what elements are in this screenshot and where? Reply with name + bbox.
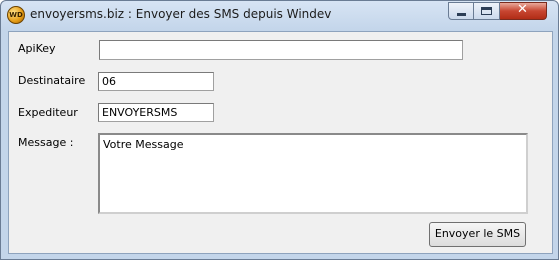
message-textarea[interactable]: Votre Message (98, 133, 528, 214)
apikey-label: ApiKey (18, 42, 56, 55)
message-label: Message : (18, 136, 74, 149)
expediteur-label: Expediteur (18, 106, 78, 119)
title-bar[interactable]: WD envoyersms.biz : Envoyer des SMS depu… (1, 1, 558, 31)
destinataire-input[interactable]: 06 (98, 72, 214, 91)
form-panel: ApiKey Destinataire 06 Expediteur ENVOYE… (8, 31, 553, 254)
maximize-button[interactable] (474, 2, 500, 20)
minimize-button[interactable] (448, 2, 474, 20)
windev-app-icon[interactable]: WD (7, 6, 25, 24)
expediteur-input[interactable]: ENVOYERSMS (98, 103, 214, 122)
close-button[interactable]: ✕ (500, 2, 547, 20)
destinataire-label: Destinataire (18, 74, 86, 87)
apikey-input[interactable] (99, 40, 463, 60)
window-title: envoyersms.biz : Envoyer des SMS depuis … (30, 7, 332, 21)
minimize-icon (457, 13, 466, 16)
close-icon: ✕ (517, 2, 528, 17)
send-sms-button[interactable]: Envoyer le SMS (429, 222, 526, 247)
maximize-icon (481, 7, 492, 15)
main-window: WD envoyersms.biz : Envoyer des SMS depu… (0, 0, 559, 260)
